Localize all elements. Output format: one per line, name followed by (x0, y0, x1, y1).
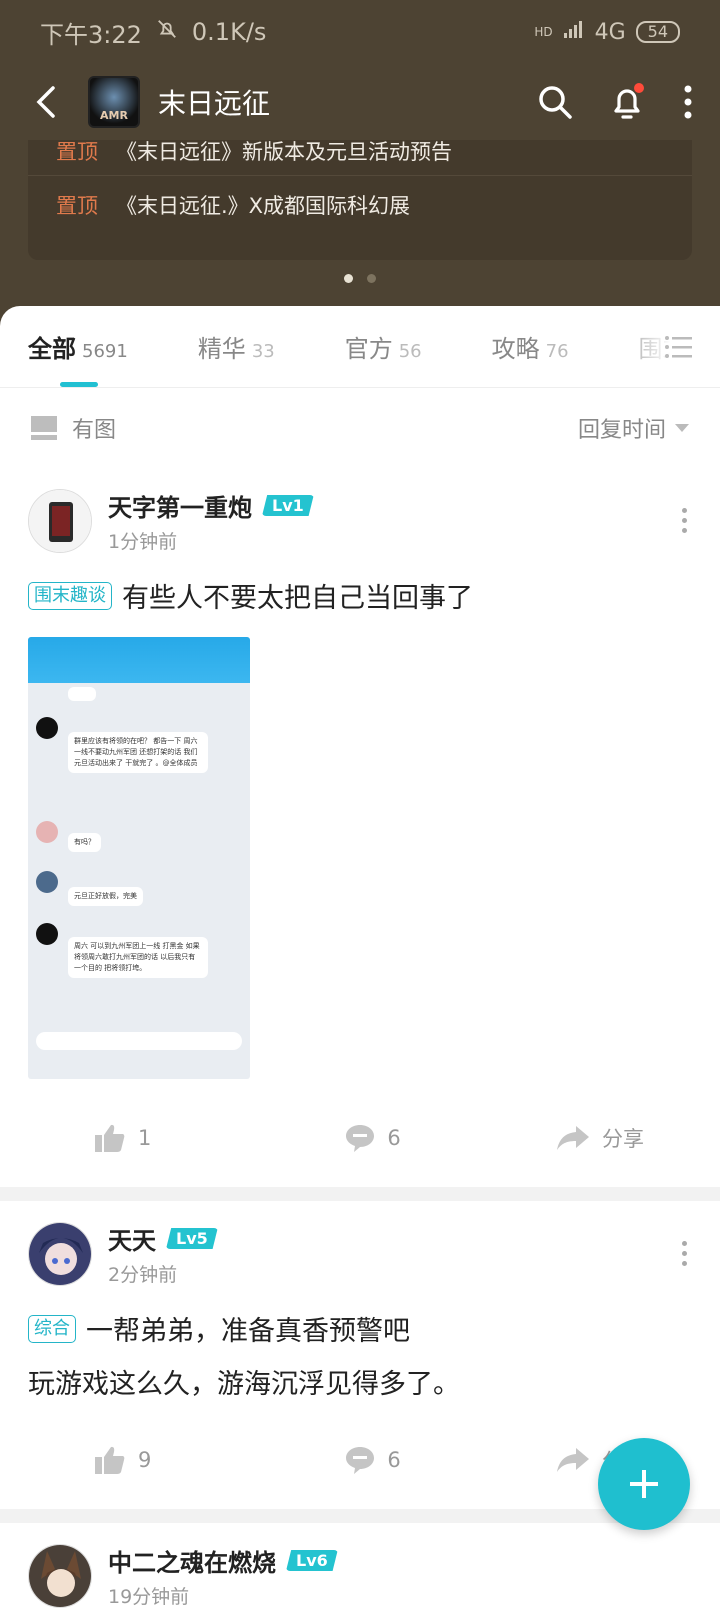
comment-button[interactable]: 6 (345, 1123, 401, 1153)
pinned-post[interactable]: 置顶 《末日远征.》X成都国际科幻展 (28, 176, 692, 234)
chat-message: 有吗？ (68, 833, 101, 852)
notification-dot (634, 83, 644, 93)
post-title: 一帮弟弟，准备真香预警吧 (86, 1316, 410, 1347)
pager-dot (367, 274, 376, 283)
share-arrow-icon (557, 1448, 589, 1472)
pin-tag: 置顶 (56, 194, 98, 218)
chat-input-bar (36, 1032, 242, 1050)
battery-indicator: 54 (635, 21, 680, 43)
list-menu-icon (665, 336, 692, 358)
search-icon (539, 86, 572, 119)
tab-all[interactable]: 全部 5691 (28, 329, 128, 364)
chat-message: 群里应该有将领的在吧？ 都告一下 周六 一线不要动九州军团 还想打架的话 我们元… (68, 732, 208, 773)
sort-dropdown[interactable]: 回复时间 (578, 412, 690, 444)
avatar[interactable] (28, 1544, 92, 1608)
thumbs-up-icon (95, 1124, 125, 1152)
app-bar: AMR 末日远征 (0, 64, 720, 140)
back-arrow-icon (36, 86, 55, 118)
signal-bars-icon (563, 19, 585, 45)
caret-down-icon (675, 424, 689, 432)
tab-list-button[interactable] (610, 306, 720, 387)
filter-bar: 有图 回复时间 (0, 388, 720, 468)
feed-sheet: 全部5691 精华33 官方56 攻略76 围末 有图 回复时间 (0, 306, 720, 1608)
has-image-toggle[interactable]: 有图 (30, 412, 116, 444)
back-button[interactable] (26, 82, 66, 122)
comment-icon (346, 1125, 375, 1152)
post-image[interactable]: 群里应该有将领的在吧？ 都告一下 周六 一线不要动九州军团 还想打架的话 我们元… (28, 637, 250, 1079)
post-time: 19分钟前 (108, 1586, 190, 1608)
hd-label: HD (534, 25, 553, 39)
mute-bell-icon (156, 18, 178, 46)
post-time: 2分钟前 (108, 1264, 178, 1286)
chat-message: 元旦正好放假，完美 (68, 887, 143, 906)
create-post-button[interactable] (598, 1438, 690, 1530)
chat-avatar (36, 821, 58, 843)
like-button[interactable]: 9 (94, 1445, 151, 1475)
username[interactable]: 天天 (108, 1221, 156, 1256)
network-type: 4G (594, 19, 626, 45)
tab-featured[interactable]: 精华 33 (198, 329, 275, 364)
avatar[interactable] (28, 489, 92, 553)
pinned-post-title: 《末日远征》新版本及元旦活动预告 (116, 140, 452, 164)
chat-avatar (36, 923, 58, 945)
avatar[interactable] (28, 1222, 92, 1286)
comment-icon (346, 1447, 375, 1474)
notifications-button[interactable] (606, 81, 648, 123)
post-more-button[interactable] (674, 1241, 694, 1266)
status-time: 下午3:22 (40, 20, 142, 49)
tab-official[interactable]: 官方 56 (345, 329, 422, 364)
category-tag[interactable]: 综合 (28, 1314, 76, 1343)
tab-guides[interactable]: 攻略 76 (492, 329, 569, 364)
thumbs-up-icon (95, 1446, 125, 1474)
category-tabs: 全部5691 精华33 官方56 攻略76 围末 (0, 306, 720, 388)
like-count: 9 (138, 1448, 152, 1472)
category-tag[interactable]: 围末趣谈 (28, 581, 112, 610)
page-title: 末日远征 (158, 87, 271, 120)
post-time: 1分钟前 (108, 531, 178, 553)
search-button[interactable] (534, 81, 576, 123)
chat-avatar (36, 871, 58, 893)
pinned-post-title: 《末日远征.》X成都国际科幻展 (116, 194, 411, 218)
game-logo: AMR (88, 76, 140, 128)
post-card[interactable]: 中二之魂在燃烧 Lv6 19分钟前 (0, 1523, 720, 1611)
pager-dot-active (344, 274, 353, 283)
plus-icon (630, 1470, 658, 1498)
comment-button[interactable]: 6 (345, 1445, 401, 1475)
image-filter-icon (31, 416, 57, 440)
post-card[interactable]: 天字第一重炮 Lv1 1分钟前 围末趣谈 有些人不要太把自己当回事了 群里应该有… (0, 468, 720, 1187)
carousel-pager (0, 274, 720, 283)
post-title: 有些人不要太把自己当回事了 (122, 583, 473, 614)
comment-count: 6 (387, 1126, 401, 1150)
post-body: 玩游戏这么久，游海沉浮见得多了。 (28, 1369, 460, 1400)
level-badge: Lv5 (166, 1228, 218, 1249)
share-arrow-icon (557, 1126, 589, 1150)
more-menu-button[interactable] (678, 81, 698, 123)
pin-tag: 置顶 (56, 140, 98, 164)
post-more-button[interactable] (674, 508, 694, 533)
comment-count: 6 (387, 1448, 401, 1472)
level-badge: Lv6 (286, 1550, 338, 1571)
more-vertical-icon (684, 85, 692, 119)
like-count: 1 (138, 1126, 152, 1150)
active-tab-indicator (60, 382, 98, 387)
chat-screenshot-header (28, 637, 250, 683)
share-button[interactable]: 分享 (556, 1123, 644, 1153)
net-speed: 0.1K/s (191, 18, 267, 46)
username[interactable]: 天字第一重炮 (108, 488, 252, 523)
username[interactable]: 中二之魂在燃烧 (108, 1543, 276, 1578)
pinned-posts: 置顶 《末日远征》新版本及元旦活动预告 置顶 《末日远征.》X成都国际科幻展 (28, 140, 692, 260)
status-bar: 下午3:22 0.1K/s HD 4G 54 (0, 0, 720, 64)
level-badge: Lv1 (262, 495, 314, 516)
like-button[interactable]: 1 (94, 1123, 151, 1153)
divider (0, 1187, 720, 1201)
chat-avatar (36, 717, 58, 739)
pinned-post[interactable]: 置顶 《末日远征》新版本及元旦活动预告 (28, 140, 692, 176)
chat-message: 周六 可以到九州军团上一线 打黑金 如果将领周六敢打九州军团的话 以后我只有一个… (68, 937, 208, 978)
